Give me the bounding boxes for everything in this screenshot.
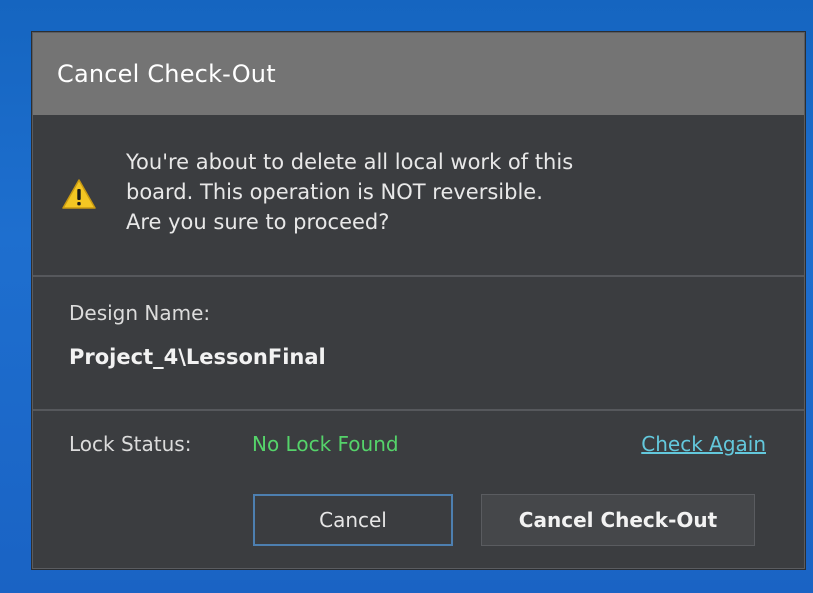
warning-line-2: board. This operation is NOT reversible. — [126, 180, 543, 204]
dialog-title: Cancel Check-Out — [57, 60, 276, 88]
warning-line-3: Are you sure to proceed? — [126, 210, 390, 234]
lock-status-section: Lock Status: No Lock Found Check Again C… — [33, 411, 804, 566]
warning-line-1: You're about to delete all local work of… — [126, 150, 574, 174]
cancel-checkout-button[interactable]: Cancel Check-Out — [481, 494, 755, 546]
check-again-link[interactable]: Check Again — [641, 432, 766, 456]
cancel-button[interactable]: Cancel — [253, 494, 453, 546]
warning-section: You're about to delete all local work of… — [33, 115, 804, 277]
lock-status-value: No Lock Found — [252, 432, 399, 456]
design-name-value: Project_4\LessonFinal — [69, 345, 326, 369]
cancel-checkout-dialog: Cancel Check-Out You're about to delete … — [32, 32, 805, 569]
design-name-section: Design Name: Project_4\LessonFinal — [33, 277, 804, 411]
warning-icon — [62, 179, 96, 209]
warning-message: You're about to delete all local work of… — [126, 147, 766, 237]
dialog-titlebar[interactable]: Cancel Check-Out — [33, 33, 804, 115]
lock-status-label: Lock Status: — [69, 432, 192, 456]
design-name-label: Design Name: — [69, 301, 211, 325]
